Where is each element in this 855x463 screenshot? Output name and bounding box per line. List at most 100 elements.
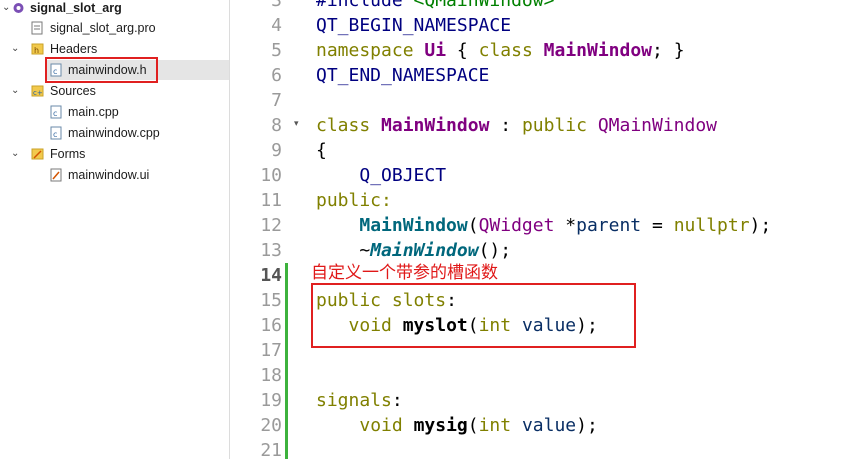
highlight-box-header-file (45, 57, 158, 83)
sources-folder-icon: c+ (31, 84, 44, 98)
code-token: parent (576, 215, 642, 236)
tree-label-headers: Headers (50, 42, 98, 56)
code-line-19: signals: (316, 388, 403, 413)
code-token: class (478, 40, 533, 61)
code-token: void (359, 415, 403, 436)
code-line-6: QT_END_NAMESPACE (316, 63, 489, 88)
tree-node-mainwindow-cpp[interactable]: c mainwindow.cpp (0, 123, 229, 143)
tree-label-forms: Forms (50, 147, 86, 161)
tree-node-mainwindow-ui[interactable]: mainwindow.ui (0, 165, 229, 185)
tree-node-pro-file[interactable]: signal_slot_arg.pro (0, 18, 229, 38)
code-token: { (316, 140, 327, 161)
code-token: * (565, 215, 577, 236)
code-token: QT_BEGIN_NAMESPACE (316, 15, 512, 36)
svg-text:c+: c+ (33, 89, 43, 97)
code-token: { (456, 40, 468, 61)
line-number: 7 (271, 90, 282, 111)
line-number: 12 (260, 215, 282, 236)
tree-label-mainwindow-cpp: mainwindow.cpp (68, 126, 160, 140)
code-token: = (652, 215, 663, 236)
code-token: ); (576, 415, 598, 436)
code-token: ; (652, 40, 663, 61)
code-line-3: #include <QMainWindow> (316, 0, 554, 13)
cpp-file-icon: c (50, 105, 63, 119)
ui-file-icon (50, 168, 63, 182)
line-number: 17 (260, 340, 282, 361)
line-number: 18 (260, 365, 282, 386)
forms-folder-icon (31, 147, 44, 161)
line-number: 4 (271, 15, 282, 36)
code-token: : (500, 115, 512, 136)
line-number: 9 (271, 140, 282, 161)
tree-node-headers[interactable]: ⌄ h Headers (0, 39, 229, 59)
cpp-file-icon: c (50, 126, 63, 140)
code-token: MainWindow (381, 115, 490, 136)
code-token: } (673, 40, 685, 61)
code-line-5: namespace Ui { class MainWindow; } (316, 38, 685, 63)
code-line-11: public: (316, 188, 392, 213)
code-line-12: MainWindow(QWidget *parent = nullptr); (316, 213, 771, 238)
code-token: <QMainWindow> (413, 0, 555, 11)
svg-text:c: c (53, 130, 57, 139)
code-token: MainWindow (543, 40, 653, 61)
code-token: QWidget (478, 215, 555, 236)
code-token: QT_END_NAMESPACE (316, 65, 490, 86)
code-token: #include (316, 0, 414, 11)
code-token: value (521, 415, 577, 436)
tree-label-mainwindow-ui: mainwindow.ui (68, 168, 150, 182)
svg-text:c: c (53, 109, 57, 118)
code-token: ( (467, 415, 479, 436)
tree-node-main-cpp[interactable]: c main.cpp (0, 102, 229, 122)
svg-text:h: h (34, 46, 39, 55)
line-number: 21 (260, 440, 282, 461)
line-number-current: 14 (260, 265, 282, 286)
code-token: class (316, 115, 371, 136)
line-number: 11 (260, 190, 282, 211)
line-number: 13 (260, 240, 282, 261)
code-token: public (521, 115, 587, 136)
collapse-arrow-icon[interactable]: ⌄ (11, 39, 21, 59)
line-number: 6 (271, 65, 282, 86)
code-token: Q_OBJECT (359, 165, 447, 186)
tree-node-sources[interactable]: ⌄ c+ Sources (0, 81, 229, 101)
highlight-box-slot-declaration (311, 283, 636, 348)
annotation-note: 自定义一个带参的槽函数 (311, 263, 498, 283)
code-line-10: Q_OBJECT (316, 163, 446, 188)
code-line-20: void mysig(int value); (316, 413, 598, 438)
qt-project-icon (12, 1, 25, 15)
tree-node-forms[interactable]: ⌄ Forms (0, 144, 229, 164)
code-token: QMainWindow (597, 115, 718, 136)
line-number: 20 (260, 415, 282, 436)
code-token: signals (316, 390, 392, 411)
headers-folder-icon: h (31, 42, 44, 56)
line-number: 5 (271, 40, 282, 61)
tree-label-main-cpp: main.cpp (68, 105, 119, 119)
line-number-gutter: 3 4 5 6 7 8 9 10 11 12 13 14 15 16 17 18… (230, 0, 288, 461)
tree-label-project: signal_slot_arg (30, 1, 122, 15)
code-token: ( (467, 215, 479, 236)
code-token: mysig (413, 415, 468, 436)
code-token: MainWindow (359, 215, 468, 236)
code-token: int (478, 415, 512, 436)
tree-label-sources: Sources (50, 84, 96, 98)
collapse-arrow-icon[interactable]: ⌄ (11, 144, 21, 164)
code-line-9: { (316, 138, 327, 163)
project-tree: ⌄ signal_slot_arg signal_slot_arg.pro ⌄ … (0, 0, 230, 459)
code-token: Ui (424, 40, 447, 61)
line-number: 19 (260, 390, 282, 411)
code-line-4: QT_BEGIN_NAMESPACE (316, 13, 511, 38)
pro-file-icon (31, 21, 44, 35)
tree-node-project-root[interactable]: ⌄ signal_slot_arg (0, 0, 229, 18)
collapse-arrow-icon[interactable]: ⌄ (11, 81, 21, 101)
line-number: 15 (260, 290, 282, 311)
code-token: : (391, 390, 403, 411)
line-number: 8 (271, 115, 282, 136)
tree-label-pro-file: signal_slot_arg.pro (50, 21, 156, 35)
line-number: 3 (271, 0, 282, 11)
collapse-arrow-icon[interactable]: ⌄ (2, 0, 12, 18)
code-token: ); (749, 215, 772, 236)
code-editor[interactable]: #include <QMainWindow> QT_BEGIN_NAMESPAC… (288, 0, 855, 459)
code-token: namespace (316, 40, 414, 61)
code-token: public: (316, 190, 392, 211)
line-number: 10 (260, 165, 282, 186)
